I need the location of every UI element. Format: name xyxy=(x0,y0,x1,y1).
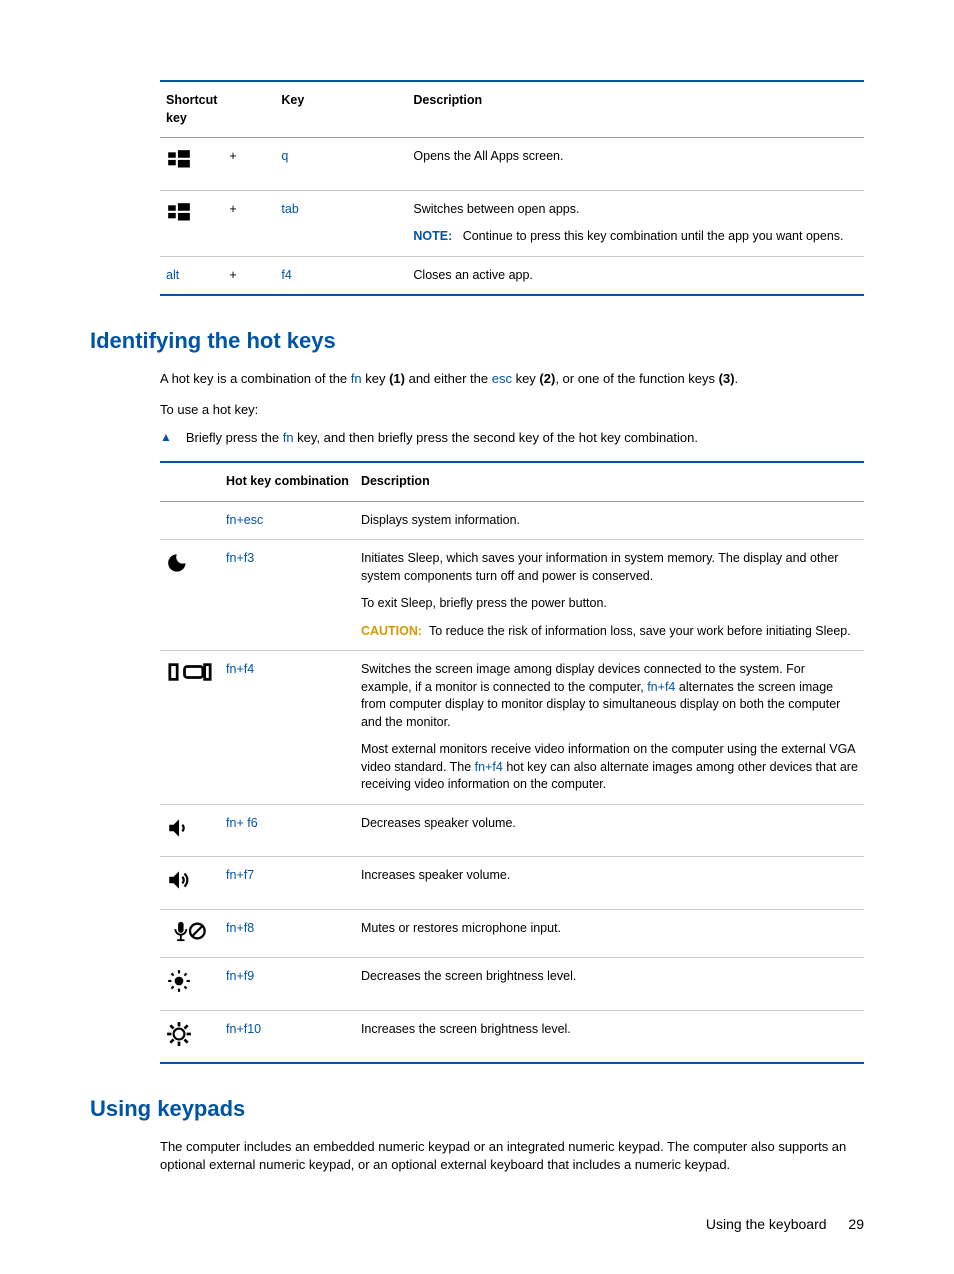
combo-label: fn+ f6 xyxy=(220,804,355,857)
footer-section: Using the keyboard xyxy=(706,1216,827,1232)
key-label: tab xyxy=(281,202,298,216)
combo-label: fn+f10 xyxy=(220,1010,355,1063)
desc-cell: Switches the screen image among display … xyxy=(355,651,864,805)
combo-label: fn+f9 xyxy=(220,958,355,1011)
desc-cell: Decreases the screen brightness level. xyxy=(355,958,864,1011)
desc-text: Switches between open apps. xyxy=(413,201,858,219)
triangle-bullet-icon: ▲ xyxy=(160,429,172,447)
plus-label: + xyxy=(223,256,275,295)
brightness-up-icon xyxy=(160,1010,220,1063)
windows-key-icon xyxy=(160,138,223,191)
shortcut-key-table: Shortcut key Key Description + q Opens t… xyxy=(160,80,864,296)
desc-cell: Increases speaker volume. xyxy=(355,857,864,910)
th-shortcut-key: Shortcut key xyxy=(160,81,223,138)
table-row: fn+f10 Increases the screen brightness l… xyxy=(160,1010,864,1063)
table-row: fn+f8 Mutes or restores microphone input… xyxy=(160,909,864,958)
hotkeys-intro: A hot key is a combination of the fn key… xyxy=(160,370,864,388)
table-row: + q Opens the All Apps screen. xyxy=(160,138,864,191)
desc-cell: Displays system information. xyxy=(355,501,864,540)
table-row: fn+esc Displays system information. xyxy=(160,501,864,540)
table-row: fn+ f6 Decreases speaker volume. xyxy=(160,804,864,857)
hotkey-combination-table: Hot key combination Description fn+esc D… xyxy=(160,461,864,1064)
desc-cell: Closes an active app. xyxy=(407,256,864,295)
desc-cell: Decreases speaker volume. xyxy=(355,804,864,857)
display-switch-icon xyxy=(160,651,220,805)
table-row: fn+f4 Switches the screen image among di… xyxy=(160,651,864,805)
heading-using-keypads: Using keypads xyxy=(90,1094,864,1125)
desc-cell: Increases the screen brightness level. xyxy=(355,1010,864,1063)
hotkeys-bullet: ▲ Briefly press the fn key, and then bri… xyxy=(160,429,864,447)
table-row: fn+f3 Initiates Sleep, which saves your … xyxy=(160,540,864,651)
hotkeys-use-intro: To use a hot key: xyxy=(160,401,864,419)
volume-down-icon xyxy=(160,804,220,857)
combo-label: fn+f3 xyxy=(220,540,355,651)
combo-label: fn+esc xyxy=(220,501,355,540)
plus-label: + xyxy=(223,138,275,191)
desc-cell: Opens the All Apps screen. xyxy=(407,138,864,191)
alt-key-label: alt xyxy=(166,268,179,282)
table-row: fn+f7 Increases speaker volume. xyxy=(160,857,864,910)
desc-cell: Mutes or restores microphone input. xyxy=(355,909,864,958)
sleep-icon xyxy=(160,540,220,651)
table-row: fn+f9 Decreases the screen brightness le… xyxy=(160,958,864,1011)
table-row: + tab Switches between open apps. NOTE: … xyxy=(160,190,864,256)
mic-mute-icon xyxy=(160,909,220,958)
heading-identifying-hot-keys: Identifying the hot keys xyxy=(90,326,864,357)
bullet-text: Briefly press the fn key, and then brief… xyxy=(186,429,698,447)
table-row: alt + f4 Closes an active app. xyxy=(160,256,864,295)
keypads-paragraph: The computer includes an embedded numeri… xyxy=(160,1138,864,1174)
brightness-down-icon xyxy=(160,958,220,1011)
volume-up-icon xyxy=(160,857,220,910)
th-combo: Hot key combination xyxy=(220,462,355,501)
plus-label: + xyxy=(223,190,275,256)
combo-label: fn+f8 xyxy=(220,909,355,958)
key-label: q xyxy=(281,149,288,163)
key-label: f4 xyxy=(281,268,291,282)
th-icon xyxy=(160,462,220,501)
desc-cell: Initiates Sleep, which saves your inform… xyxy=(355,540,864,651)
windows-key-icon xyxy=(160,190,223,256)
combo-label: fn+f7 xyxy=(220,857,355,910)
note-text: NOTE: Continue to press this key combina… xyxy=(413,228,858,246)
desc-cell: Switches between open apps. NOTE: Contin… xyxy=(407,190,864,256)
combo-label: fn+f4 xyxy=(220,651,355,805)
th-description: Description xyxy=(355,462,864,501)
th-description: Description xyxy=(407,81,864,138)
page-footer: Using the keyboard 29 xyxy=(90,1215,864,1235)
th-key: Key xyxy=(275,81,407,138)
th-blank xyxy=(223,81,275,138)
footer-page-number: 29 xyxy=(848,1216,864,1232)
